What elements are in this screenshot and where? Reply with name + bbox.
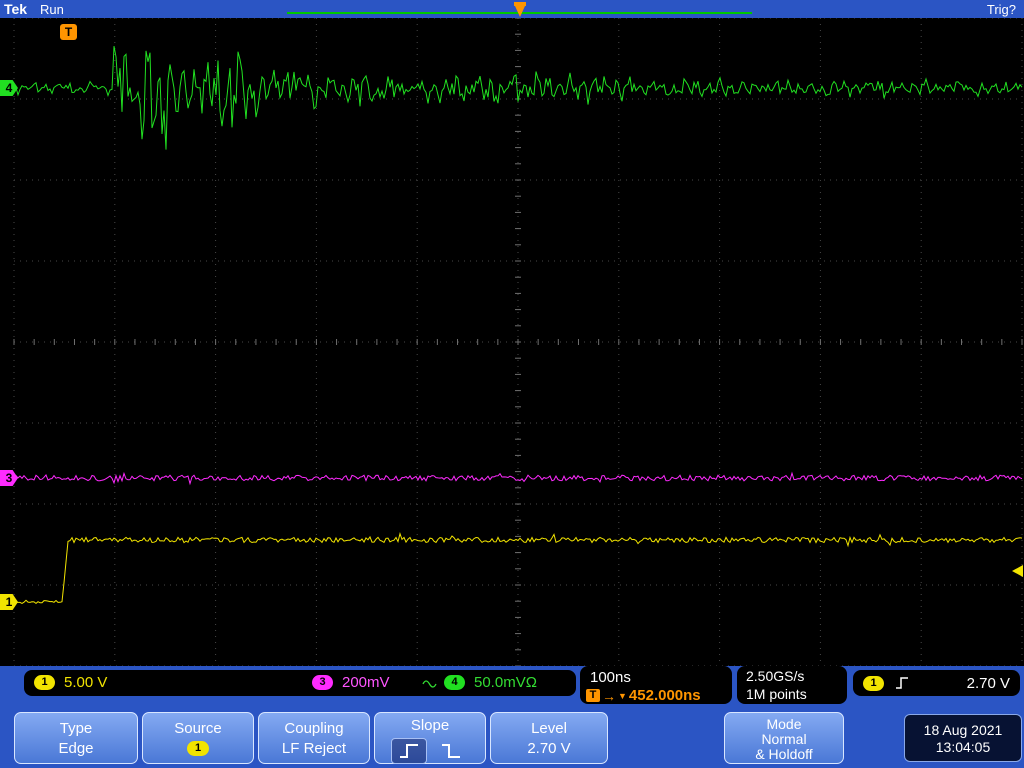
sample-rate: 2.50GS/s bbox=[746, 668, 805, 684]
falling-edge-option[interactable] bbox=[433, 738, 469, 764]
type-button[interactable]: Type Edge bbox=[14, 712, 138, 764]
channel-4-scale: 50.0mVΩ bbox=[474, 674, 537, 691]
trigger-readout: 1 2.70 V bbox=[853, 670, 1020, 696]
channel-scale-readout: 1 5.00 V 3 200mV 4 50.0mVΩ bbox=[24, 670, 576, 696]
channel-3-scale: 200mV bbox=[342, 674, 390, 691]
channel-4-badge: 4 bbox=[444, 675, 465, 690]
rising-edge-icon bbox=[896, 677, 908, 689]
mode-button-title: Mode bbox=[766, 716, 802, 732]
date-value: 18 Aug 2021 bbox=[923, 722, 1003, 738]
acquisition-readout: 2.50GS/s 1M points bbox=[737, 666, 847, 704]
channel-1-badge: 1 bbox=[34, 675, 55, 690]
coupling-button-value: LF Reject bbox=[281, 740, 347, 757]
trigger-position-marker[interactable] bbox=[511, 1, 529, 18]
mode-button-value2: & Holdoff bbox=[755, 746, 813, 762]
mode-button-value: Normal bbox=[761, 731, 807, 747]
trigger-t-badge: T bbox=[586, 689, 600, 702]
trigger-level-value: 2.70 V bbox=[966, 674, 1010, 692]
type-button-value: Edge bbox=[58, 740, 94, 757]
rising-edge-icon bbox=[400, 744, 418, 758]
time-value: 13:04:05 bbox=[935, 739, 991, 755]
tek-logo: Tek bbox=[4, 1, 28, 17]
header-bar: Tek Run Trig? bbox=[0, 0, 1024, 18]
source-channel-badge: 1 bbox=[187, 741, 209, 756]
trigger-delay-value: 452.000ns bbox=[628, 687, 701, 704]
right-arrow-icon: → bbox=[602, 687, 616, 704]
level-button[interactable]: Level 2.70 V bbox=[490, 712, 608, 764]
level-button-title: Level bbox=[531, 720, 567, 737]
type-button-title: Type bbox=[59, 720, 93, 737]
horizontal-readout: 100ns T → ▼ 452.000ns bbox=[580, 666, 732, 704]
channel-1-scale: 5.00 V bbox=[64, 674, 108, 691]
record-length: 1M points bbox=[746, 686, 807, 702]
trigger-source-badge: 1 bbox=[863, 675, 884, 691]
trigger-position-arrow-icon bbox=[514, 2, 526, 17]
datetime-display: 18 Aug 2021 13:04:05 bbox=[904, 714, 1022, 762]
source-button-title: Source bbox=[174, 720, 222, 737]
level-button-value: 2.70 V bbox=[527, 740, 571, 757]
slope-button[interactable]: Slope bbox=[374, 712, 486, 764]
falling-edge-icon bbox=[442, 744, 460, 758]
down-arrow-icon: ▼ bbox=[618, 690, 627, 701]
coupling-button-title: Coupling bbox=[284, 720, 344, 737]
slope-button-title: Slope bbox=[410, 717, 450, 734]
waveform-display bbox=[13, 18, 1023, 666]
source-button[interactable]: Source 1 bbox=[142, 712, 254, 764]
channel-3-badge: 3 bbox=[312, 675, 333, 690]
bandwidth-icon bbox=[422, 680, 437, 688]
readout-bar: 1 5.00 V 3 200mV 4 50.0mVΩ 100ns T → ▼ 4… bbox=[0, 666, 1024, 710]
timebase-value: 100ns bbox=[590, 669, 631, 686]
graticule: T 4 3 1 bbox=[0, 18, 1024, 666]
trigger-status: Trig? bbox=[986, 2, 1016, 17]
oscilloscope-screen: Tek Run Trig? T 4 3 1 1 5.00 V 3 200mV 4 bbox=[0, 0, 1024, 768]
slope-options bbox=[375, 738, 485, 764]
coupling-button[interactable]: Coupling LF Reject bbox=[258, 712, 370, 764]
trigger-delay-readout: T → ▼ 452.000ns bbox=[586, 687, 732, 704]
menu-bar: Type Edge Source 1 Coupling LF Reject Sl… bbox=[0, 710, 1024, 768]
acquisition-status: Run bbox=[40, 2, 64, 17]
rising-edge-option[interactable] bbox=[391, 738, 427, 764]
mode-button[interactable]: Mode Normal & Holdoff bbox=[724, 712, 844, 764]
trigger-record-icon: T bbox=[60, 24, 77, 40]
